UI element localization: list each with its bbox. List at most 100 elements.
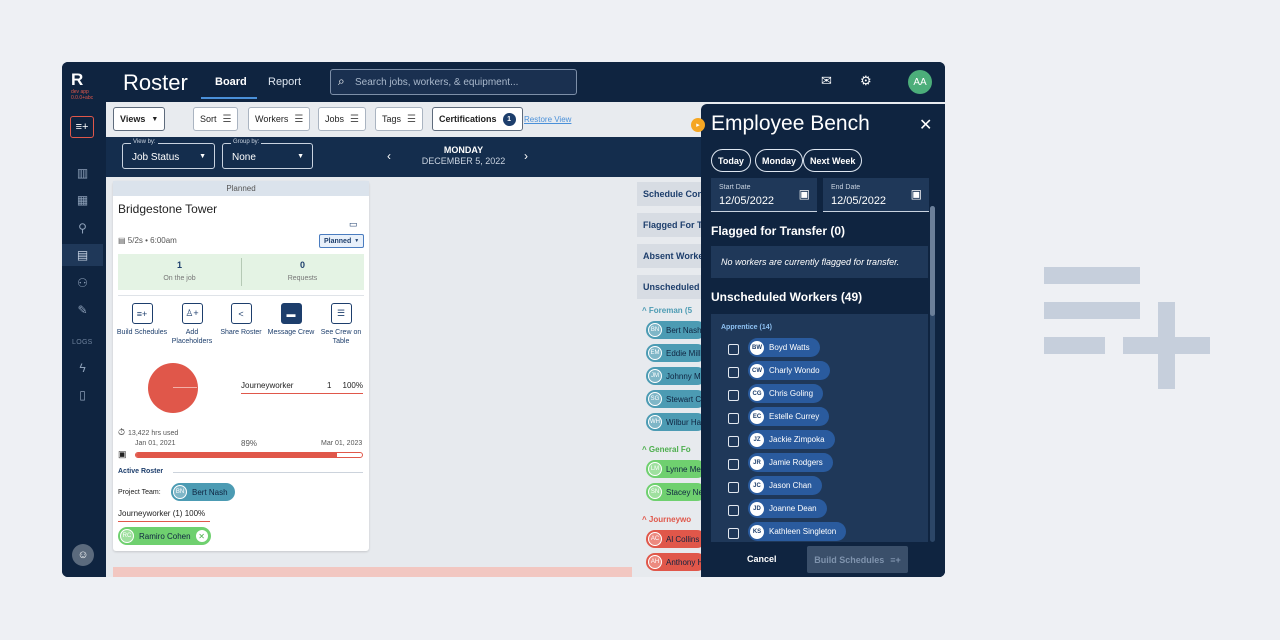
add-placeholders-action[interactable]: ♙+ Add Placeholders [165,303,219,346]
worker-chip[interactable]: WH Wilbur Ha [646,413,706,431]
fire-extinguisher-icon[interactable]: ▯ [62,384,103,406]
job-title[interactable]: Bridgestone Tower [118,202,217,216]
monday-button[interactable]: Monday [755,149,804,172]
flagged-for-transfer-header[interactable]: Flagged For T [637,213,701,237]
analytics-icon[interactable]: ▥ [62,162,103,184]
build-schedules-button[interactable]: Build Schedules ≡+ [807,546,908,573]
worker-checkbox[interactable] [728,436,739,447]
worker-checkbox[interactable] [728,528,739,539]
schedule-conflicts-header[interactable]: Schedule Con [637,182,701,206]
legend-underline [241,393,363,394]
sort-button[interactable]: Sort ☰ [193,107,239,131]
prev-day-chevron-icon[interactable]: ‹ [387,149,391,163]
list-item[interactable]: JR Jamie Rodgers [711,452,928,475]
list-item[interactable]: EC Estelle Currey [711,406,928,429]
unscheduled-header[interactable]: Unscheduled [637,275,701,299]
tags-filter-button[interactable]: Tags ☰ [375,107,423,131]
tab-report[interactable]: Report [268,76,301,88]
search-input[interactable] [355,75,570,89]
worker-chip[interactable]: EC Estelle Currey [748,407,830,426]
see-crew-on-table-action[interactable]: ☰ See Crew on Table [314,303,368,346]
next-week-button[interactable]: Next Week [803,149,863,172]
user-menu-icon[interactable]: ☺ [72,544,94,566]
add-to-schedule-icon[interactable]: ≡+ [70,116,94,138]
cancel-button[interactable]: Cancel [747,554,777,564]
worker-checkbox[interactable] [728,413,739,424]
worker-chip[interactable]: BN Bert Nash [646,321,706,339]
panel-scrollbar-thumb[interactable] [930,206,935,316]
mail-icon[interactable]: ✉ [821,73,832,89]
foreman-group-label[interactable]: ^ Foreman (5 [642,306,692,315]
app-logo: R [71,70,84,89]
jobs-filter-button[interactable]: Jobs ☰ [318,107,366,131]
people-icon[interactable]: ⚇ [62,272,103,294]
worker-chip[interactable]: EM Eddie Mill [646,344,706,362]
worker-checkbox[interactable] [728,344,739,355]
worker-chip[interactable]: KS Kathleen Singleton [748,522,847,541]
list-item[interactable]: BW Boyd Watts [711,337,928,360]
list-item[interactable]: CG Chris Goling [711,383,928,406]
worker-chip[interactable]: LM Lynne Me [646,460,706,478]
share-roster-action[interactable]: < Share Roster [214,303,268,337]
gear-icon[interactable]: ⚙ [860,73,872,89]
building-icon[interactable]: ▤ [62,244,103,266]
job-card[interactable]: Planned Bridgestone Tower ▭ ▤ 5/2s • 6:0… [113,181,369,551]
location-icon[interactable]: ⚲ [62,217,103,239]
worker-chip[interactable]: CW Charly Wondo [748,361,830,380]
general-foreman-group-label[interactable]: ^ General Fo [642,445,691,454]
group-by-select[interactable]: Group by: None ▼ [222,139,313,169]
absent-workers-header[interactable]: Absent Worke [637,244,701,268]
add-to-schedule-icon [1044,267,1210,389]
worker-checkbox[interactable] [728,459,739,470]
certifications-filter-button[interactable]: Certifications 1 [432,107,523,131]
calendar-icon[interactable]: ▣ [799,187,810,201]
worker-chip[interactable]: JZ Jackie Zimpoka [748,430,835,449]
list-item[interactable]: KS Kathleen Singleton [711,521,928,542]
worker-chip[interactable]: SN Stacey Ne [646,483,706,501]
views-dropdown[interactable]: Views ▼ [113,107,166,131]
list-item[interactable]: CW Charly Wondo [711,360,928,383]
view-by-value: Job Status [132,152,180,163]
tab-board[interactable]: Board [215,76,247,88]
worker-chip[interactable]: SG Stewart C [646,390,706,408]
today-button[interactable]: Today [711,149,751,172]
worker-checkbox[interactable] [728,505,739,516]
calendar-icon[interactable]: ▣ [911,187,922,201]
search-box[interactable]: ⌕ [330,69,577,95]
worker-chip[interactable]: JC Jason Chan [748,476,822,495]
wrench-icon[interactable]: ✎ [62,299,103,321]
workers-filter-button[interactable]: Workers ☰ [248,107,311,131]
restore-view-link[interactable]: Restore View [524,115,571,124]
message-crew-action[interactable]: ▬ Message Crew [264,303,318,337]
worker-chip[interactable]: AH Anthony H [646,553,706,571]
close-icon[interactable]: ✕ [919,115,932,135]
list-item[interactable]: JD Joanne Dean [711,498,928,521]
journeyworker-group-label[interactable]: ^ Journeywo [642,515,691,524]
worker-checkbox[interactable] [728,390,739,401]
worker-checkbox[interactable] [728,482,739,493]
roster-worker-chip[interactable]: RC Ramiro Cohen ✕ [118,527,211,545]
worker-checkbox[interactable] [728,367,739,378]
worker-chip[interactable]: AC Al Collins [646,530,706,548]
certifications-label: Certifications [439,114,497,124]
build-schedules-action[interactable]: ≡+ Build Schedules [115,303,169,337]
view-by-select[interactable]: View by: Job Status ▼ [122,139,215,169]
worker-chip[interactable]: JR Jamie Rodgers [748,453,833,472]
job-status-dropdown[interactable]: Planned ▼ [319,234,365,248]
worker-chip[interactable]: BW Boyd Watts [748,338,820,357]
worker-chip[interactable]: JD Joanne Dean [748,499,827,518]
table-icon[interactable]: ▦ [62,189,103,211]
list-item[interactable]: JZ Jackie Zimpoka [711,429,928,452]
end-date-field[interactable]: End Date 12/05/2022 ▣ [823,178,929,212]
next-day-chevron-icon[interactable]: › [524,149,528,163]
collapse-panel-icon[interactable]: ▸ [691,118,705,132]
bolt-icon[interactable]: ϟ [62,357,103,379]
avatar[interactable]: AA [908,70,932,94]
worker-chip[interactable]: JM Johnny M [646,367,706,385]
project-team-chip[interactable]: BN Bert Nash [171,483,235,501]
list-item[interactable]: JC Jason Chan [711,475,928,498]
remove-icon[interactable]: ✕ [195,530,208,542]
start-date-field[interactable]: Start Date 12/05/2022 ▣ [711,178,817,212]
comment-icon[interactable]: ▭ [349,219,358,230]
worker-chip[interactable]: CG Chris Goling [748,384,824,403]
